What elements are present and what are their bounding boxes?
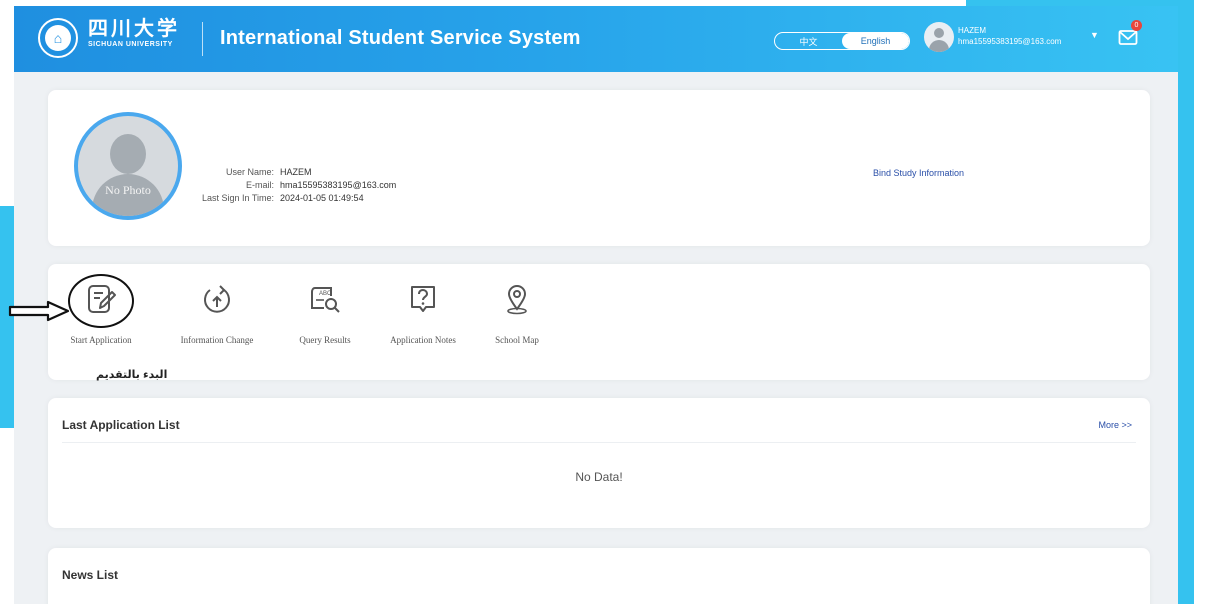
- no-photo-text: No Photo: [105, 183, 151, 197]
- action-information-change[interactable]: Information Change: [172, 282, 262, 345]
- query-results-icon: ABC: [311, 287, 340, 313]
- action-label: Start Application: [70, 335, 132, 345]
- last-application-card: Last Application List More >> No Data!: [48, 398, 1150, 528]
- profile-info: User Name: HAZEM E-mail: hma15595383195@…: [200, 166, 396, 205]
- edit-icon: [88, 285, 116, 313]
- arabic-annotation: البدء بالتقديم: [96, 369, 168, 381]
- language-toggle[interactable]: 中文 English: [774, 32, 910, 50]
- decorative-frame-right: [1178, 18, 1194, 604]
- profile-photo[interactable]: No Photo: [74, 112, 182, 220]
- avatar-body: [929, 40, 949, 52]
- action-school-map[interactable]: School Map: [472, 282, 562, 345]
- bind-study-information-link[interactable]: Bind Study Information: [873, 168, 964, 178]
- top-header: ⌂ 四川大学 SICHUAN UNIVERSITY International …: [14, 6, 1178, 72]
- more-link[interactable]: More >>: [1098, 420, 1132, 430]
- university-logo[interactable]: 四川大学 SICHUAN UNIVERSITY: [88, 16, 180, 50]
- user-avatar[interactable]: [924, 22, 954, 52]
- info-row-email: E-mail: hma15595383195@163.com: [200, 179, 396, 192]
- user-email: hma15595383195@163.com: [958, 37, 1062, 46]
- card-divider: [62, 442, 1136, 443]
- news-list-title: News List: [62, 568, 119, 582]
- no-data-message: No Data!: [575, 470, 623, 484]
- refresh-up-icon: [204, 285, 230, 313]
- user-name: HAZEM: [958, 26, 986, 35]
- action-label: Query Results: [299, 335, 351, 345]
- action-application-notes[interactable]: Application Notes: [378, 282, 468, 345]
- last-application-title: Last Application List: [62, 418, 180, 432]
- info-value: hma15595383195@163.com: [280, 180, 397, 190]
- mail-badge: 0: [1131, 20, 1142, 31]
- action-query-results[interactable]: ABC Query Results: [280, 282, 370, 345]
- logo-chinese-text: 四川大学: [88, 16, 180, 40]
- info-label: Last Sign In Time:: [201, 193, 274, 203]
- logo-english-text: SICHUAN UNIVERSITY: [88, 41, 173, 48]
- pointer-arrow-icon: [8, 300, 70, 322]
- info-row-last-sign-in: Last Sign In Time: 2024-01-05 01:49:54: [200, 192, 396, 205]
- quick-actions-card: Start Application Information Change ABC…: [48, 264, 1150, 381]
- lang-option-chinese[interactable]: 中文: [775, 33, 842, 49]
- university-seal-icon: ⌂: [38, 18, 78, 58]
- info-value: HAZEM: [280, 167, 312, 177]
- lang-option-english[interactable]: English: [842, 33, 909, 49]
- svg-text:ABC: ABC: [319, 291, 332, 297]
- header-divider: [202, 22, 203, 56]
- app-window: ⌂ 四川大学 SICHUAN UNIVERSITY International …: [14, 6, 1178, 604]
- action-label: Information Change: [180, 335, 254, 345]
- info-row-username: User Name: HAZEM: [200, 166, 396, 179]
- app-title: International Student Service System: [220, 27, 581, 49]
- avatar-head: [934, 28, 944, 38]
- action-label: School Map: [495, 335, 539, 345]
- caret-down-icon[interactable]: ▼: [1090, 30, 1099, 40]
- question-icon: [411, 286, 435, 312]
- info-label: E-mail:: [245, 180, 274, 190]
- info-label: User Name:: [225, 167, 274, 177]
- news-list-card: News List: [48, 548, 1150, 604]
- info-value: 2024-01-05 01:49:54: [280, 193, 364, 203]
- profile-card: No Photo User Name: HAZEM E-mail: hma155…: [48, 90, 1150, 246]
- location-pin-icon: [507, 285, 527, 315]
- photo-head-silhouette: [110, 134, 146, 174]
- user-menu[interactable]: HAZEM hma15595383195@163.com: [958, 25, 1061, 47]
- decorative-frame-right-gap: [1192, 0, 1210, 604]
- action-label: Application Notes: [390, 335, 456, 345]
